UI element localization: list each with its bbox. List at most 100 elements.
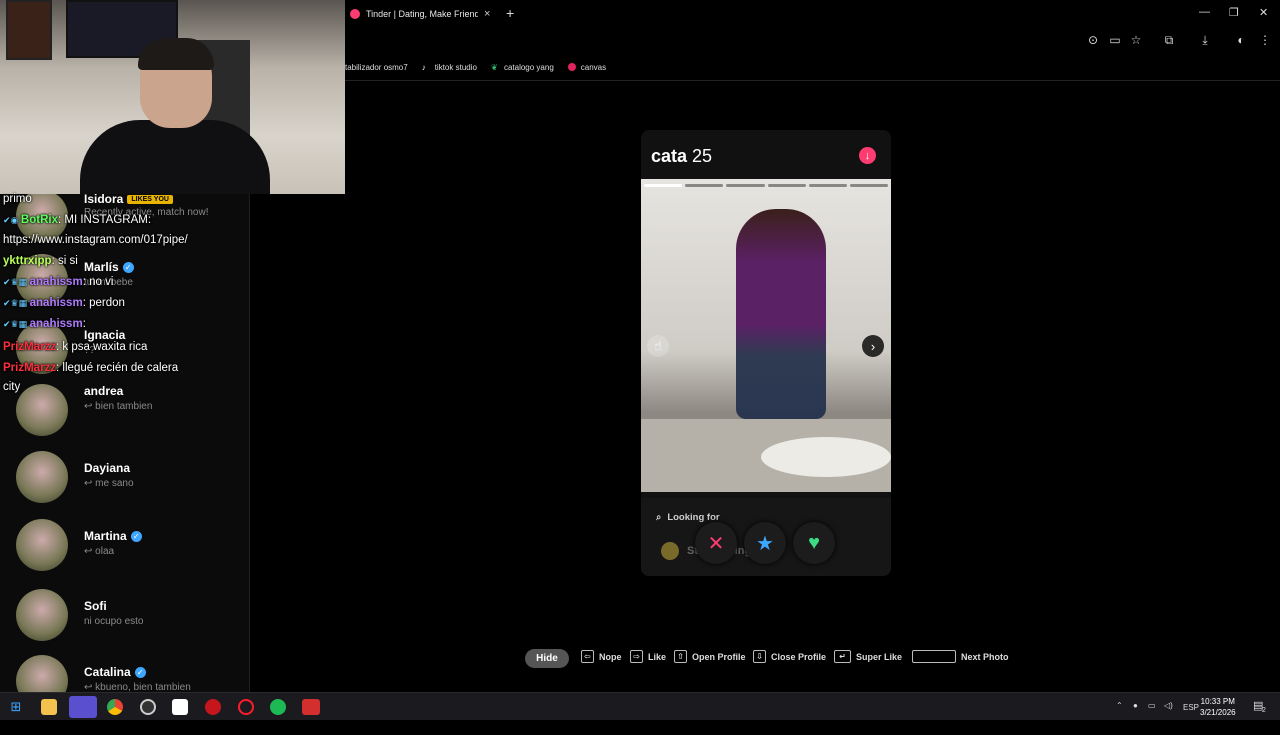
chat-line: PrizMarzz: k psa waxita rica bbox=[3, 341, 148, 353]
leaf-icon: ❦ bbox=[490, 63, 498, 72]
bookmark-star-icon[interactable]: ☆ bbox=[1128, 33, 1144, 47]
canva-icon bbox=[567, 63, 576, 71]
thinking-emoji-icon bbox=[661, 542, 679, 560]
avatar bbox=[16, 451, 68, 503]
system-clock[interactable]: 10:33 PM 3/21/2026 bbox=[1200, 696, 1236, 718]
clock-date: 3/21/2026 bbox=[1200, 708, 1236, 717]
location-icon[interactable]: ⊙ bbox=[1085, 33, 1101, 47]
avatar bbox=[16, 384, 68, 436]
file-explorer-icon[interactable] bbox=[41, 699, 57, 715]
match-name: Martina bbox=[84, 529, 127, 543]
discord-icon[interactable] bbox=[69, 696, 97, 718]
network-icon[interactable]: ▭ bbox=[1148, 701, 1156, 729]
nope-button[interactable]: ✕ bbox=[695, 522, 737, 564]
badge-icon: ✔♛▦ bbox=[3, 277, 30, 287]
poster bbox=[6, 0, 52, 60]
match-name: Isidora bbox=[84, 192, 124, 206]
capcut-icon[interactable] bbox=[172, 699, 188, 715]
spacebar-icon bbox=[912, 650, 956, 663]
verified-icon: ✓ bbox=[130, 530, 142, 542]
profile-avatar-icon[interactable]: ◐ bbox=[1233, 33, 1249, 47]
verified-icon: ✓ bbox=[122, 261, 134, 273]
profile-photo[interactable]: ☝ › bbox=[641, 179, 891, 492]
extensions-icon[interactable]: ⧉ bbox=[1161, 33, 1177, 48]
windows-start-icon[interactable]: ⊞ bbox=[9, 699, 23, 715]
verified-icon: ✓ bbox=[134, 666, 146, 678]
chat-line: ykttrxipp: si si bbox=[3, 255, 78, 267]
bookmark-osmo[interactable]: tabilizador osmo7 bbox=[345, 63, 408, 72]
tab-title: Tinder | Dating, Make Friends & bbox=[366, 9, 478, 19]
profile-age: 25 bbox=[692, 146, 713, 166]
tray-chevron-icon[interactable]: ⌃ bbox=[1116, 701, 1123, 729]
photo-indicator bbox=[644, 184, 889, 187]
match-name: andrea bbox=[84, 384, 124, 398]
clock-time: 10:33 PM bbox=[1200, 697, 1235, 706]
arrow-left-icon: ⇦ bbox=[581, 650, 594, 663]
webcam-overlay bbox=[0, 0, 345, 194]
badge-icon: ✔◉ bbox=[3, 215, 21, 225]
arrow-down-icon: ⇩ bbox=[753, 650, 766, 663]
microphone-icon[interactable]: ● bbox=[1133, 701, 1138, 729]
photo-indicator-bar bbox=[726, 184, 765, 187]
hint-nope: ⇦ Nope bbox=[581, 650, 622, 663]
chrome-icon[interactable] bbox=[107, 699, 123, 715]
window-close-icon[interactable]: ✕ bbox=[1259, 6, 1268, 19]
photo-sink bbox=[761, 437, 891, 477]
profile-card[interactable]: cata 25 ↓ ☝ › ⌕ Looking for Still figuri… bbox=[641, 130, 891, 576]
stream-app-icon[interactable] bbox=[302, 699, 320, 715]
arrow-right-icon: ⇨ bbox=[630, 650, 643, 663]
chat-line: PrizMarzz: llegué recién de calera bbox=[3, 362, 179, 374]
badge-icon: ✔♛▦ bbox=[3, 319, 30, 329]
match-message: ↩ me sano bbox=[84, 478, 134, 489]
match-item[interactable]: andrea ↩ bien tambien bbox=[16, 384, 246, 444]
match-item[interactable]: Martina ✓ ↩ olaa bbox=[16, 519, 246, 579]
photo-indicator-bar bbox=[644, 184, 683, 187]
avatar bbox=[16, 589, 68, 641]
opera-icon[interactable] bbox=[238, 699, 254, 715]
cast-icon[interactable]: ▭ bbox=[1107, 33, 1123, 47]
hint-super-like: ↵ Super Like bbox=[834, 650, 902, 663]
chat-line: ✔♛▦ anahissm: no vi bbox=[3, 276, 114, 288]
enter-key-icon: ↵ bbox=[834, 650, 851, 663]
match-message: ↩ olaa bbox=[84, 546, 115, 557]
bookmark-tiktok-studio[interactable]: ♪ tiktok studio bbox=[422, 63, 477, 73]
photo-indicator-bar bbox=[849, 184, 889, 187]
hint-like: ⇨ Like bbox=[630, 650, 666, 663]
previous-photo-button[interactable]: ☝ bbox=[647, 335, 669, 357]
tab-close-icon[interactable]: × bbox=[484, 8, 490, 20]
spotify-icon[interactable] bbox=[270, 699, 286, 715]
photo-indicator-bar bbox=[767, 184, 806, 187]
bookmark-canvas[interactable]: canvas bbox=[567, 63, 606, 72]
badge-icon: ✔♛▦ bbox=[3, 298, 30, 308]
bookmark-catalogo-yang[interactable]: ❦ catalogo yang bbox=[490, 63, 554, 73]
bookmarks-bar: tabilizador osmo7 ♪ tiktok studio ❦ cata… bbox=[345, 58, 606, 76]
new-tab-button[interactable]: + bbox=[506, 5, 514, 21]
like-button[interactable]: ♥ bbox=[793, 522, 835, 564]
download-icon[interactable]: ⤓ bbox=[1197, 33, 1213, 48]
close-profile-icon[interactable]: ↓ bbox=[859, 147, 876, 164]
obs-icon[interactable] bbox=[140, 699, 156, 715]
match-item[interactable]: Dayiana ↩ me sano bbox=[16, 451, 246, 511]
tab-tinder[interactable]: Tinder | Dating, Make Friends & × bbox=[345, 0, 497, 28]
match-message: ni ocupo esto bbox=[84, 616, 144, 627]
match-message: ↩ bien tambien bbox=[84, 401, 153, 412]
arrow-up-icon: ⇧ bbox=[674, 650, 687, 663]
restore-icon[interactable]: ❐ bbox=[1229, 6, 1239, 19]
minimize-icon[interactable]: — bbox=[1199, 6, 1210, 18]
notification-count: 2 bbox=[1262, 707, 1266, 714]
menu-kebab-icon[interactable]: ⋮ bbox=[1257, 33, 1273, 47]
taskbar: ⊞ ⌃ ● ▭ ◁) ESP 10:33 PM 3/21/2026 ▤ 2 bbox=[0, 692, 1280, 720]
chat-line: ✔♛▦ anahissm: perdon bbox=[3, 297, 125, 309]
record-app-icon[interactable] bbox=[205, 699, 221, 715]
toolbar-divider bbox=[345, 80, 1280, 81]
match-item[interactable]: Sofi ni ocupo esto bbox=[16, 589, 246, 649]
chat-line: https://www.instagram.com/017pipe/ bbox=[3, 234, 188, 246]
language-indicator[interactable]: ESP bbox=[1183, 703, 1199, 731]
super-like-button[interactable]: ★ bbox=[744, 522, 786, 564]
search-icon: ⌕ bbox=[656, 512, 662, 523]
photo-indicator-bar bbox=[808, 184, 847, 187]
chat-line: ✔◉ BotRix: MI INSTAGRAM: bbox=[3, 214, 152, 226]
next-photo-button[interactable]: › bbox=[862, 335, 884, 357]
volume-icon[interactable]: ◁) bbox=[1164, 701, 1173, 729]
streamer-body bbox=[80, 120, 270, 194]
